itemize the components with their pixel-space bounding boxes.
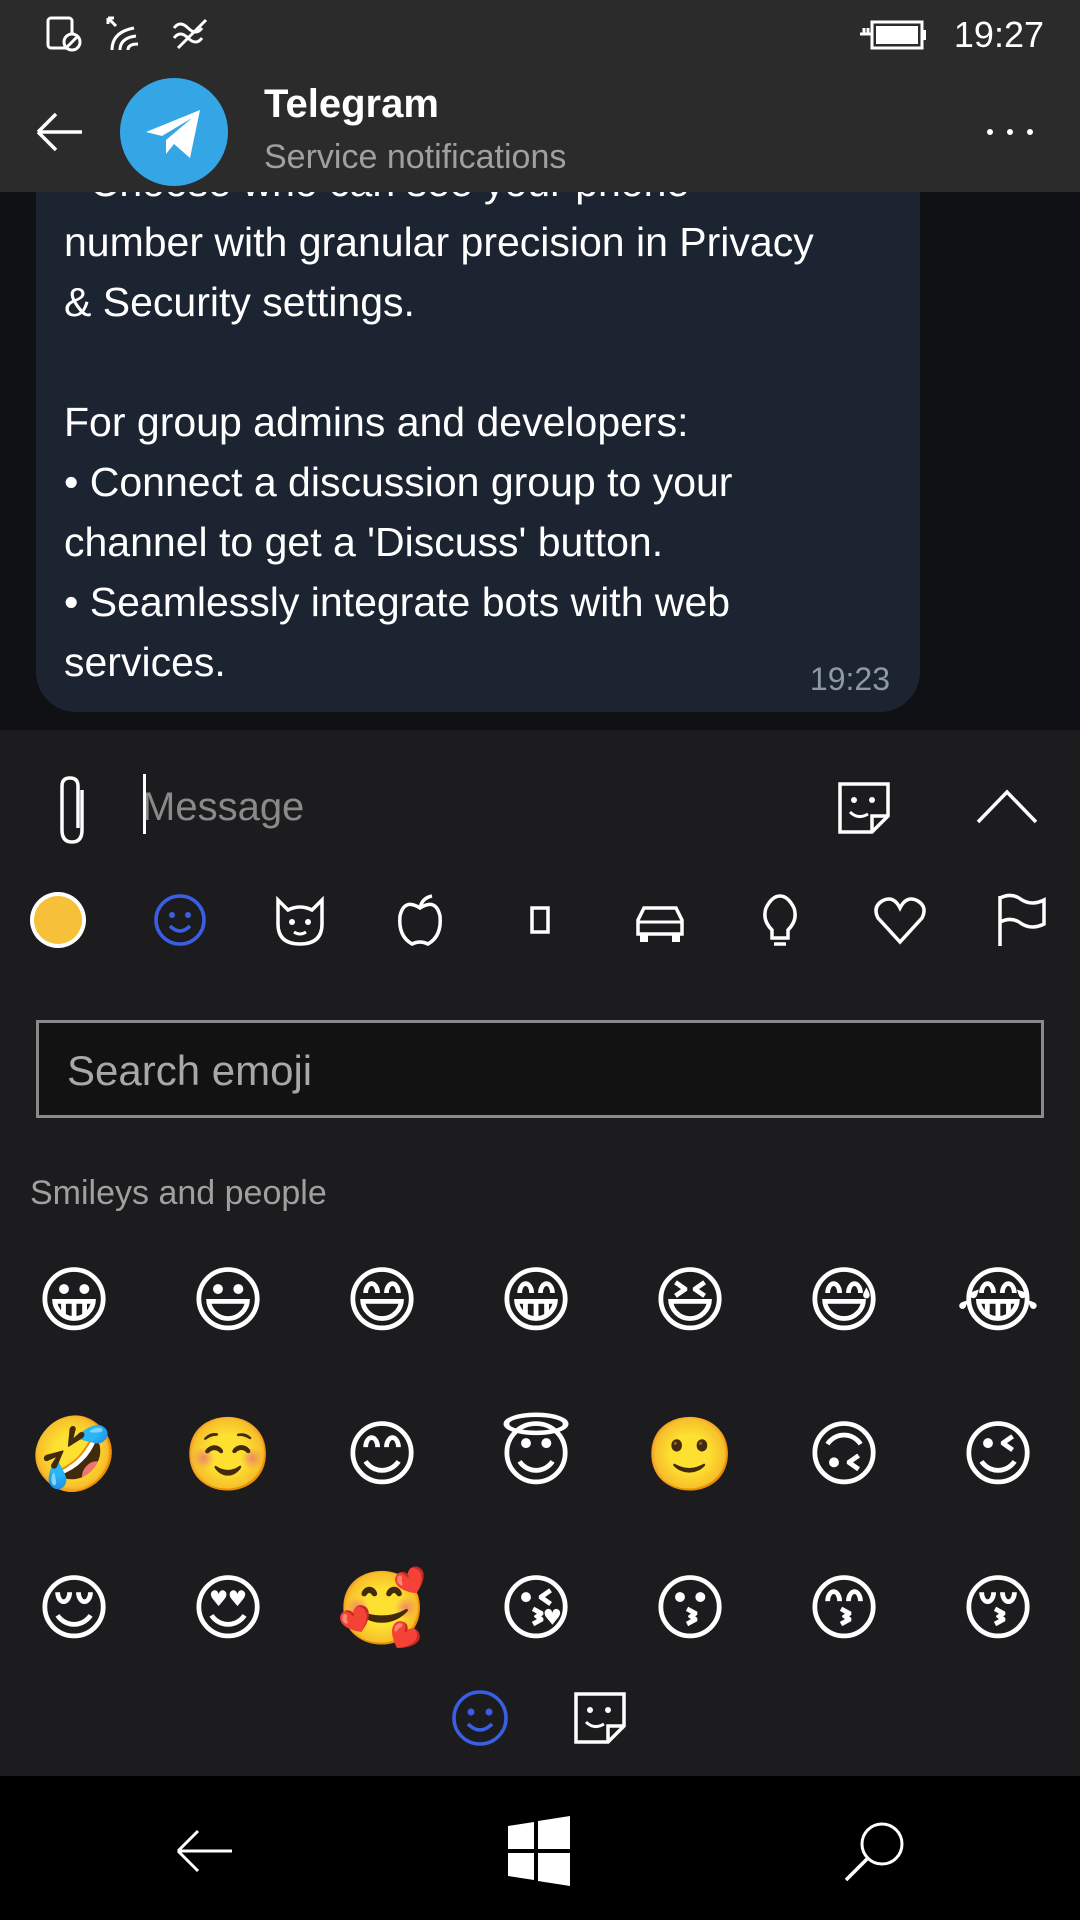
emoji-section-title: Smileys and people (30, 1174, 327, 1212)
back-arrow-icon[interactable] (30, 102, 90, 162)
message-text: • Choose who can see your phone number w… (64, 192, 814, 685)
emoji[interactable]: 😌 (24, 1558, 124, 1658)
composer (0, 730, 1080, 880)
travel-category-icon[interactable] (630, 890, 690, 950)
emoji[interactable]: 🥰 (332, 1558, 432, 1658)
chat-header: Telegram Service notifications (0, 70, 1080, 192)
message-bubble[interactable]: • Choose who can see your phone number w… (36, 192, 920, 712)
emoji[interactable]: 😍 (178, 1558, 278, 1658)
emoji-category-bar (0, 890, 1080, 986)
emoji[interactable]: ☺️ (178, 1404, 278, 1504)
clock: 19:27 (953, 14, 1044, 55)
emoji[interactable]: 😃 (178, 1250, 278, 1350)
message-timestamp: 19:23 (809, 661, 890, 697)
emoji-tab-icon[interactable] (450, 1688, 510, 1748)
battery-saver-icon (46, 16, 82, 52)
food-category-icon[interactable] (390, 890, 450, 950)
cellular-icon (172, 18, 208, 50)
emoji-search-input[interactable] (67, 1043, 967, 1099)
emoji[interactable]: 😚 (948, 1558, 1048, 1658)
sticker-tab-icon[interactable] (570, 1688, 630, 1748)
emoji[interactable]: 😀 (24, 1250, 124, 1350)
chat-title[interactable]: Telegram (264, 82, 439, 127)
windows-start-icon[interactable] (504, 1816, 574, 1886)
recent-emoji-icon[interactable] (28, 890, 88, 950)
emoji[interactable]: 😇 (486, 1404, 586, 1504)
message-area[interactable]: • Choose who can see your phone number w… (0, 192, 1080, 730)
system-navigation-bar (0, 1776, 1080, 1920)
emoji-search-box[interactable] (36, 1020, 1044, 1118)
activity-category-icon[interactable] (510, 890, 570, 950)
emoji-grid: 😀 😃 😄 😁 😆 😅 😂 🤣 ☺️ 😊 😇 🙂 🙃 😉 😌 😍 🥰 😘 😗 😙… (0, 1250, 1080, 1670)
emoji[interactable]: 😂 (948, 1250, 1048, 1350)
emoji[interactable]: 😁 (486, 1250, 586, 1350)
telegram-logo-icon (146, 110, 200, 158)
text-caret (143, 774, 146, 834)
nav-search-icon[interactable] (840, 1816, 910, 1886)
sticker-icon[interactable] (836, 780, 892, 836)
smiley-category-icon[interactable] (150, 890, 210, 950)
emoji[interactable]: 😙 (794, 1558, 894, 1658)
avatar[interactable] (120, 78, 228, 186)
wifi-icon (106, 16, 139, 51)
emoji[interactable]: 😄 (332, 1250, 432, 1350)
emoji[interactable]: 😅 (794, 1250, 894, 1350)
battery-charging-icon (860, 20, 926, 50)
lightbulb-category-icon[interactable] (750, 890, 810, 950)
nav-back-icon[interactable] (170, 1816, 240, 1886)
emoji[interactable]: 🙂 (640, 1404, 740, 1504)
emoji[interactable]: 😘 (486, 1558, 586, 1658)
more-options-icon[interactable] (980, 106, 1040, 156)
emoji[interactable]: 😗 (640, 1558, 740, 1658)
emoji[interactable]: 🤣 (24, 1404, 124, 1504)
flag-category-icon[interactable] (992, 890, 1052, 950)
emoji[interactable]: 😆 (640, 1250, 740, 1350)
emoji[interactable]: 🙃 (794, 1404, 894, 1504)
status-bar: 19:27 (0, 0, 1080, 70)
message-input[interactable] (142, 772, 782, 842)
paperclip-icon[interactable] (48, 770, 98, 850)
animals-category-icon[interactable] (270, 890, 330, 950)
emoji[interactable]: 😊 (332, 1404, 432, 1504)
emoji[interactable]: 😉 (948, 1404, 1048, 1504)
chevron-up-icon[interactable] (976, 786, 1038, 826)
chat-subtitle: Service notifications (264, 138, 567, 176)
heart-category-icon[interactable] (870, 890, 930, 950)
